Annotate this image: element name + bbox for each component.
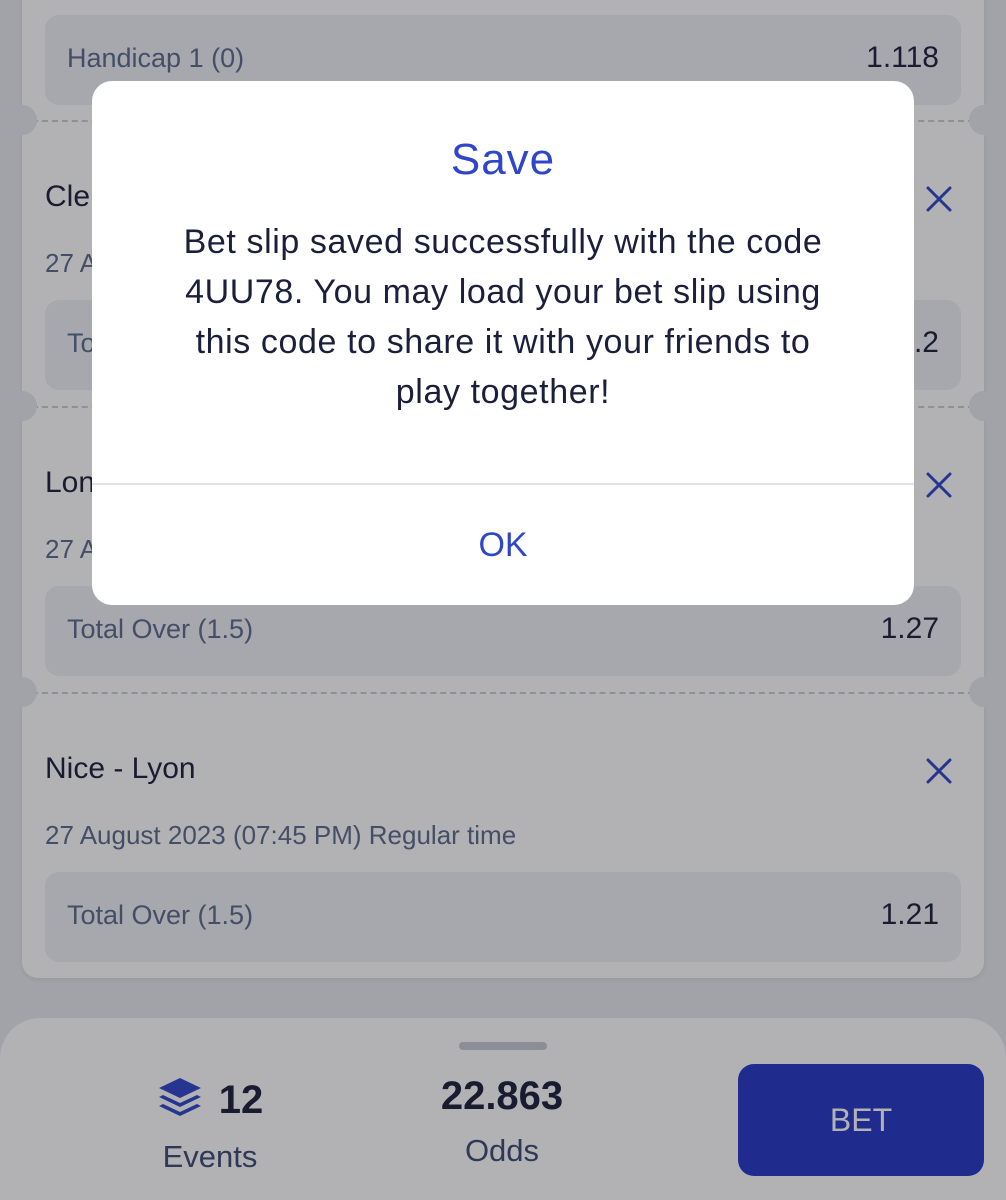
- dialog-message: Bet slip saved successfully with the cod…: [183, 223, 823, 411]
- save-dialog: Save Bet slip saved successfully with th…: [92, 81, 914, 605]
- ok-button[interactable]: OK: [92, 485, 914, 605]
- dialog-title: Save: [450, 135, 556, 184]
